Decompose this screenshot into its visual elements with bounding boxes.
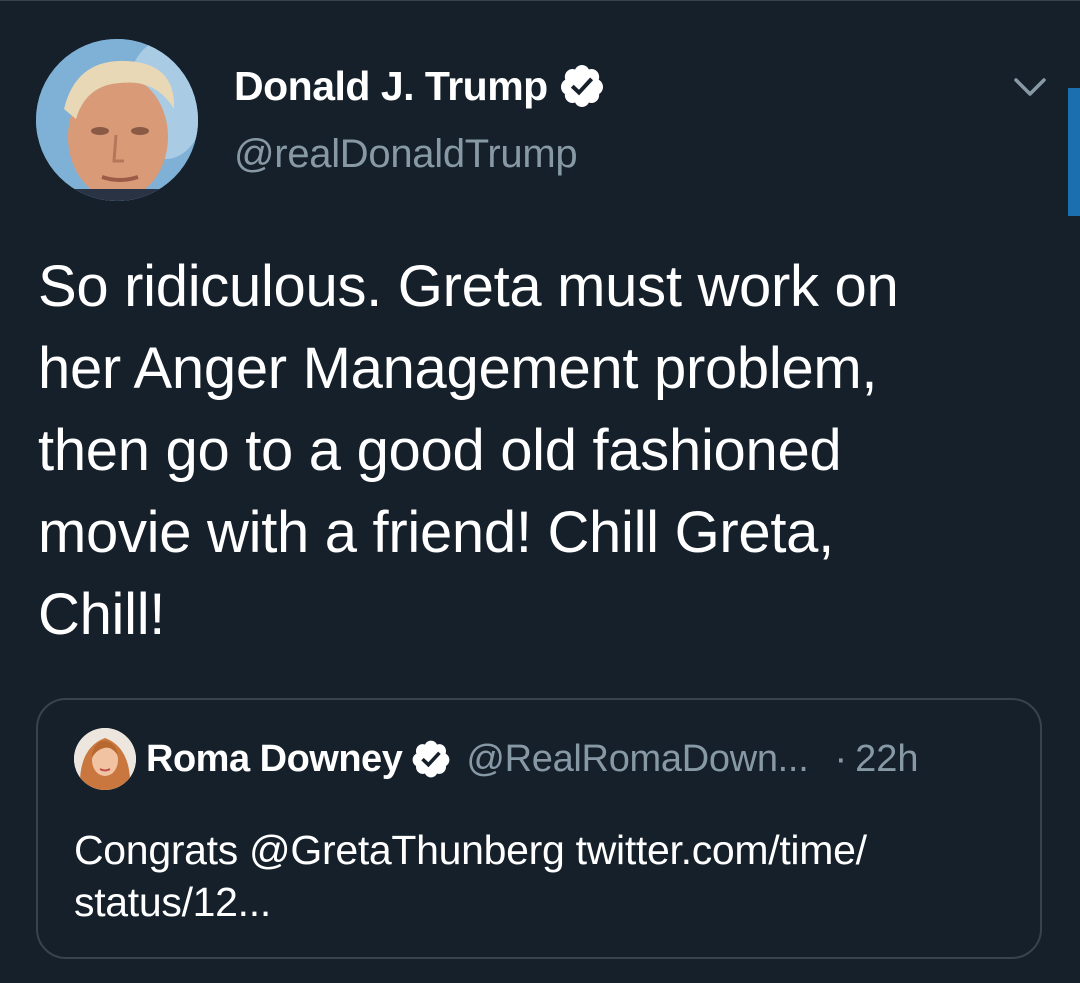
tweet-text: So ridiculous. Greta must work on her An… — [38, 254, 899, 647]
author-name-row[interactable]: Donald J. Trump — [234, 58, 606, 114]
quoted-tweet-timestamp[interactable]: 22h — [855, 738, 918, 781]
verified-badge-icon — [558, 62, 606, 110]
author-avatar[interactable] — [36, 39, 198, 201]
quoted-tweet-text: Congrats @GretaThunberg twitter.com/time… — [74, 827, 867, 925]
quoted-tweet-card[interactable]: Roma Downey @RealRomaDown... · 22h Congr… — [36, 698, 1042, 959]
quoted-tweet-header: Roma Downey @RealRomaDown... · 22h — [74, 728, 919, 790]
verified-badge-icon — [410, 738, 452, 780]
quoted-author-name[interactable]: Roma Downey — [146, 738, 403, 781]
author-name[interactable]: Donald J. Trump — [234, 63, 548, 110]
quoted-author-avatar — [74, 728, 136, 790]
separator-dot: · — [834, 737, 848, 780]
chevron-down-icon[interactable] — [1008, 64, 1052, 108]
author-handle[interactable]: @realDonaldTrump — [234, 132, 578, 177]
tweet-detail-screen: Donald J. Trump @realDonaldTrump So ridi… — [0, 0, 1080, 983]
scroll-indicator[interactable] — [1068, 88, 1080, 216]
top-divider — [0, 0, 1080, 1]
quoted-author-handle[interactable]: @RealRomaDown... — [466, 738, 808, 781]
